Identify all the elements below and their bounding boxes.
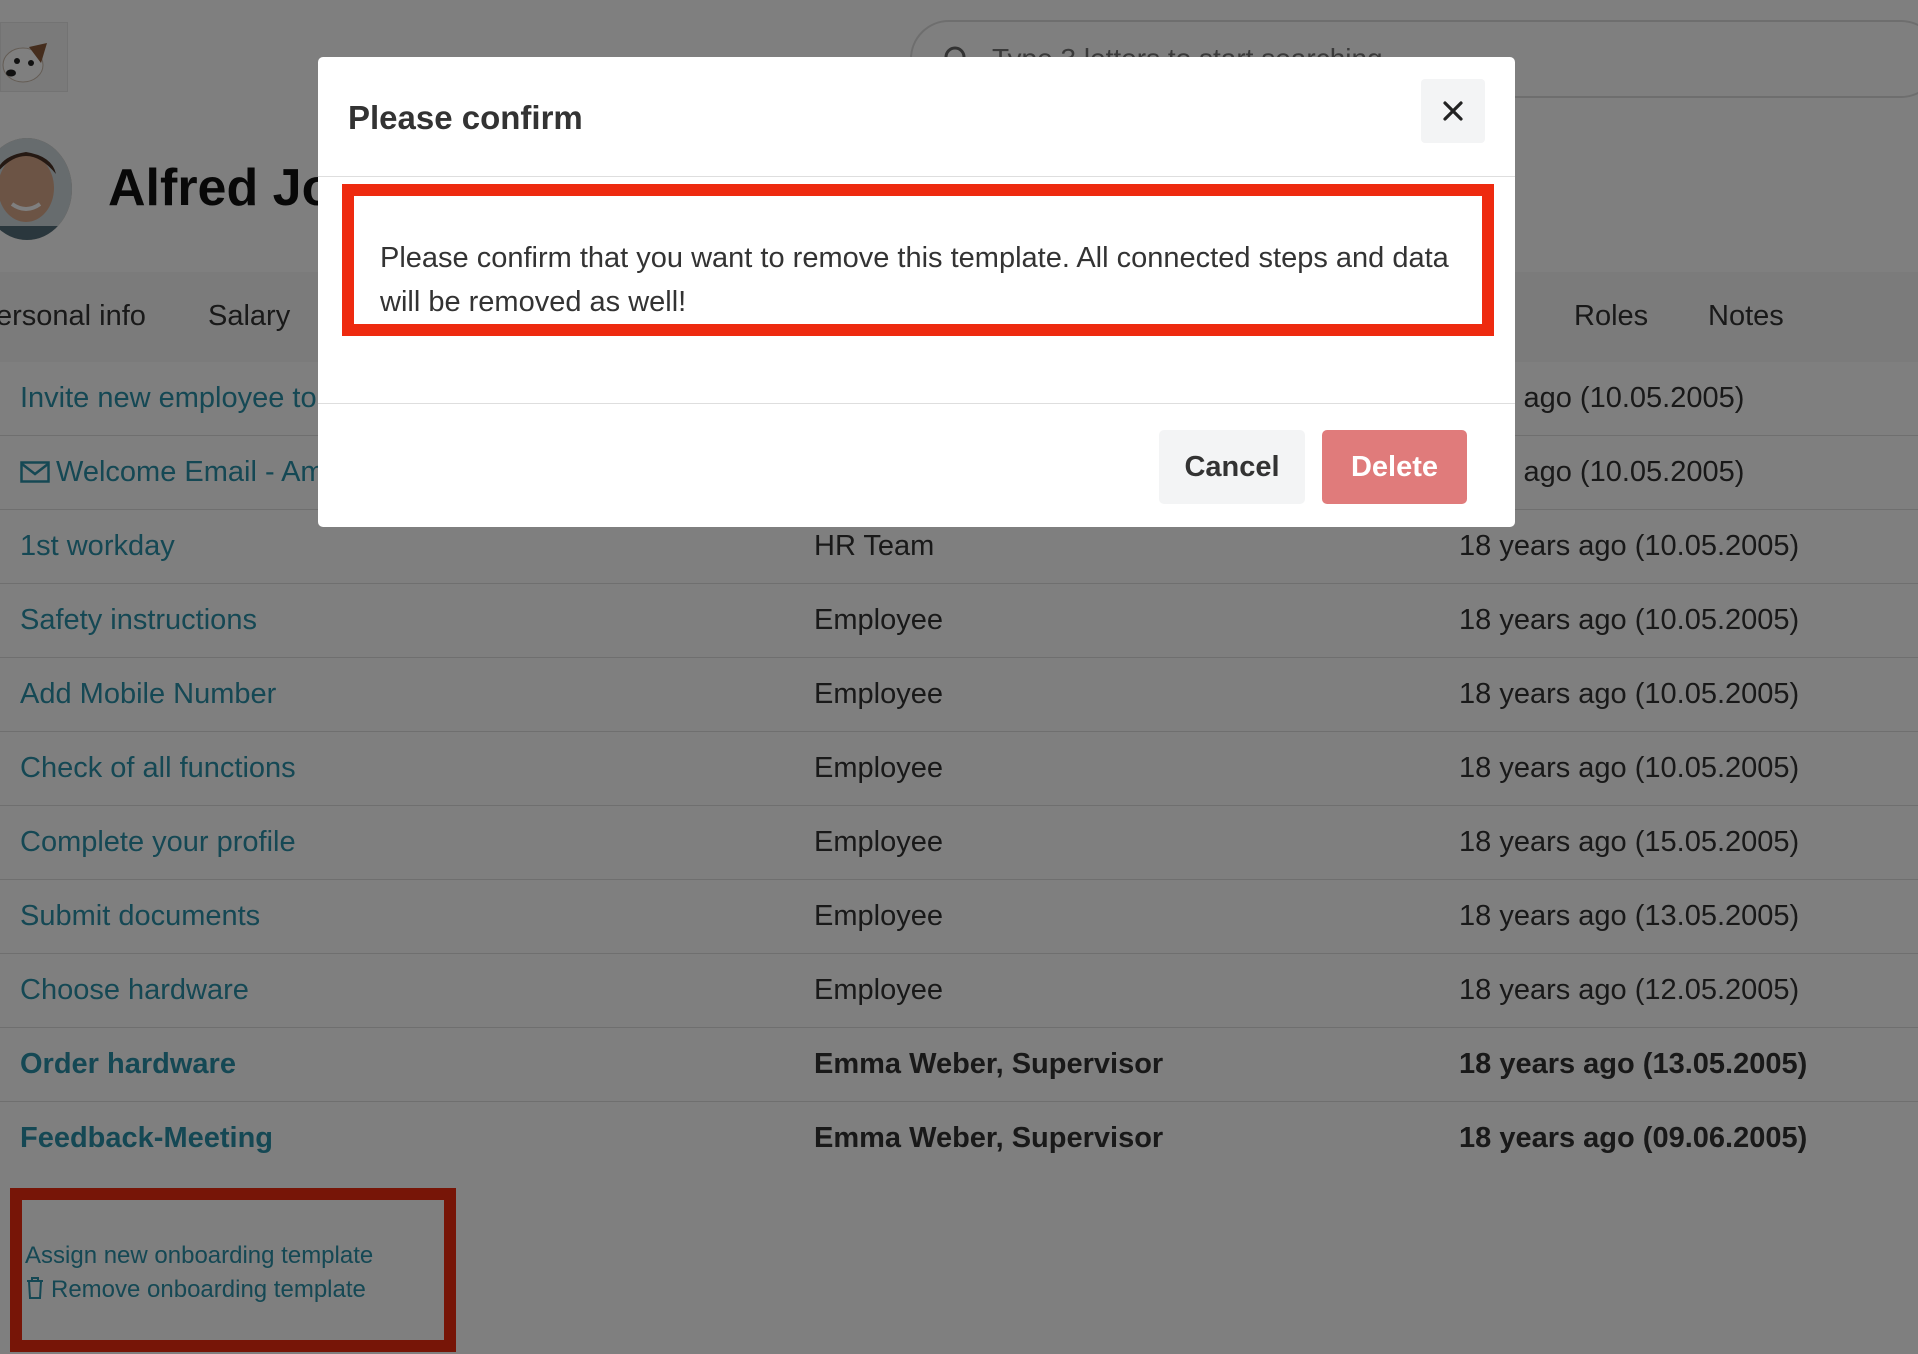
dialog-message: Please confirm that you want to remove t… <box>380 242 1449 318</box>
dialog-title: Please confirm <box>348 99 583 136</box>
dialog-message-highlight: Please confirm that you want to remove t… <box>342 184 1494 336</box>
close-button[interactable] <box>1421 79 1485 143</box>
delete-button[interactable]: Delete <box>1322 430 1467 504</box>
cancel-button[interactable]: Cancel <box>1159 430 1305 504</box>
dialog-footer: Cancel Delete <box>318 403 1515 527</box>
close-icon <box>1443 101 1463 121</box>
dialog-header: Please confirm <box>318 57 1515 177</box>
confirm-dialog: Please confirm Please confirm that you w… <box>318 57 1515 527</box>
